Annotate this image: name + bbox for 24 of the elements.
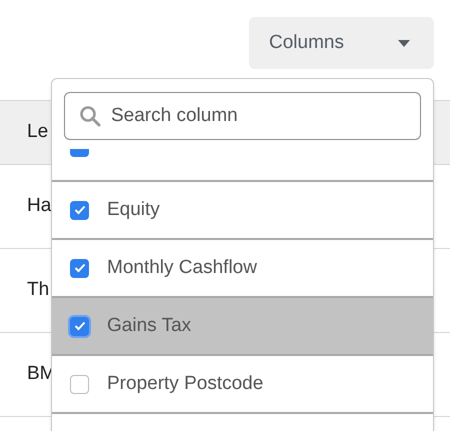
column-option[interactable]: Monthly Cashflow	[52, 240, 433, 298]
check-icon	[74, 205, 86, 215]
checkbox[interactable]	[70, 200, 89, 220]
checkbox[interactable]	[70, 149, 89, 157]
option-label: Property Postcode	[107, 372, 264, 396]
checkbox[interactable]	[70, 374, 89, 394]
checkbox[interactable]	[70, 258, 89, 278]
table-cell-text: Th	[27, 278, 50, 302]
search-field[interactable]: Search column	[64, 92, 421, 140]
table-cell-text: Ha	[27, 194, 52, 218]
checkbox[interactable]	[70, 316, 89, 336]
caret-icon	[398, 40, 410, 46]
columns-button[interactable]: Columns	[249, 17, 434, 69]
search-input[interactable]: Search column	[111, 102, 420, 130]
column-option[interactable]: Property Postcode	[52, 356, 433, 414]
check-icon	[74, 263, 86, 273]
column-header: Le	[27, 120, 48, 144]
search-icon	[79, 105, 101, 127]
check-icon	[74, 321, 86, 331]
option-label: Equity	[107, 198, 160, 222]
column-option[interactable]: Equity	[52, 182, 433, 240]
option-label: Monthly Cashflow	[107, 256, 257, 280]
column-option[interactable]: Gains Tax	[52, 298, 433, 356]
option-label: Gains Tax	[107, 314, 192, 338]
